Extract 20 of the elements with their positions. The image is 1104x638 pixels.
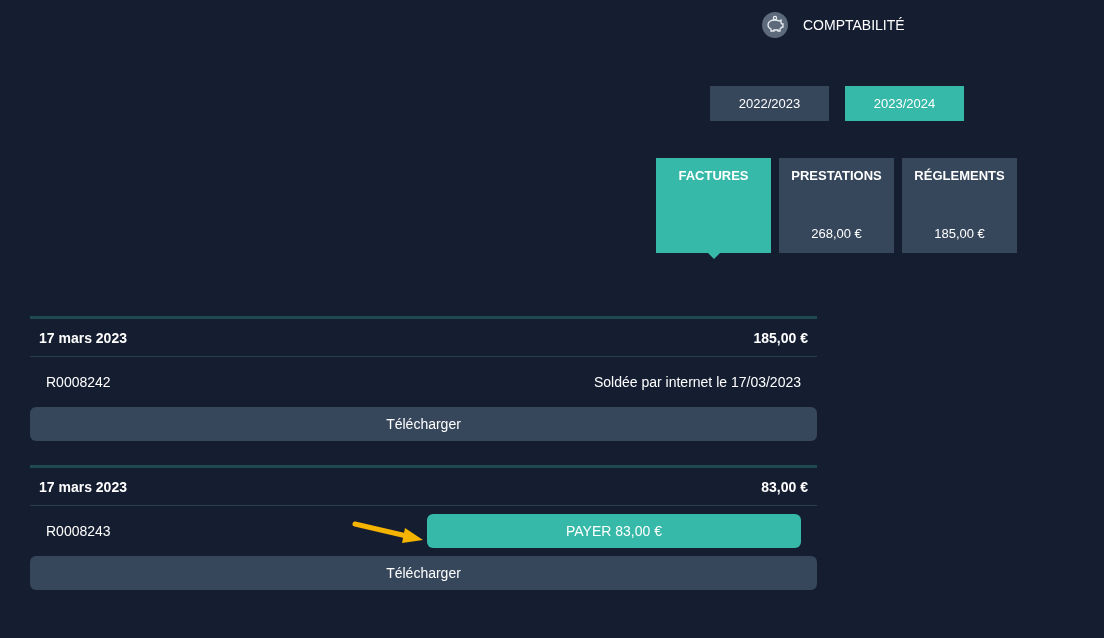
- tab-label: RÉGLEMENTS: [914, 168, 1005, 183]
- tab-pointer-icon: [708, 253, 720, 259]
- piggy-bank-icon: [762, 12, 788, 38]
- invoice-number: R0008242: [46, 374, 111, 390]
- payment-status: Soldée par internet le 17/03/2023: [593, 374, 801, 390]
- download-button[interactable]: Télécharger: [30, 407, 817, 441]
- tab-amount: 185,00 €: [934, 226, 985, 241]
- invoice-date: 17 mars 2023: [39, 478, 127, 495]
- tab-card[interactable]: RÉGLEMENTS 185,00 €: [902, 158, 1017, 253]
- tab-amount: 268,00 €: [811, 226, 862, 241]
- tab-label: FACTURES: [678, 168, 749, 183]
- tab-label: PRESTATIONS: [791, 168, 882, 183]
- tab-card[interactable]: PRESTATIONS 268,00 €: [779, 158, 894, 253]
- invoice-total: 83,00 €: [761, 478, 808, 495]
- download-button[interactable]: Télécharger: [30, 556, 817, 590]
- invoice-total: 185,00 €: [753, 329, 808, 346]
- year-button[interactable]: 2022/2023: [710, 86, 829, 121]
- page-title: COMPTABILITÉ: [803, 17, 905, 33]
- invoice-number: R0008243: [46, 523, 111, 539]
- invoice-date: 17 mars 2023: [39, 329, 127, 346]
